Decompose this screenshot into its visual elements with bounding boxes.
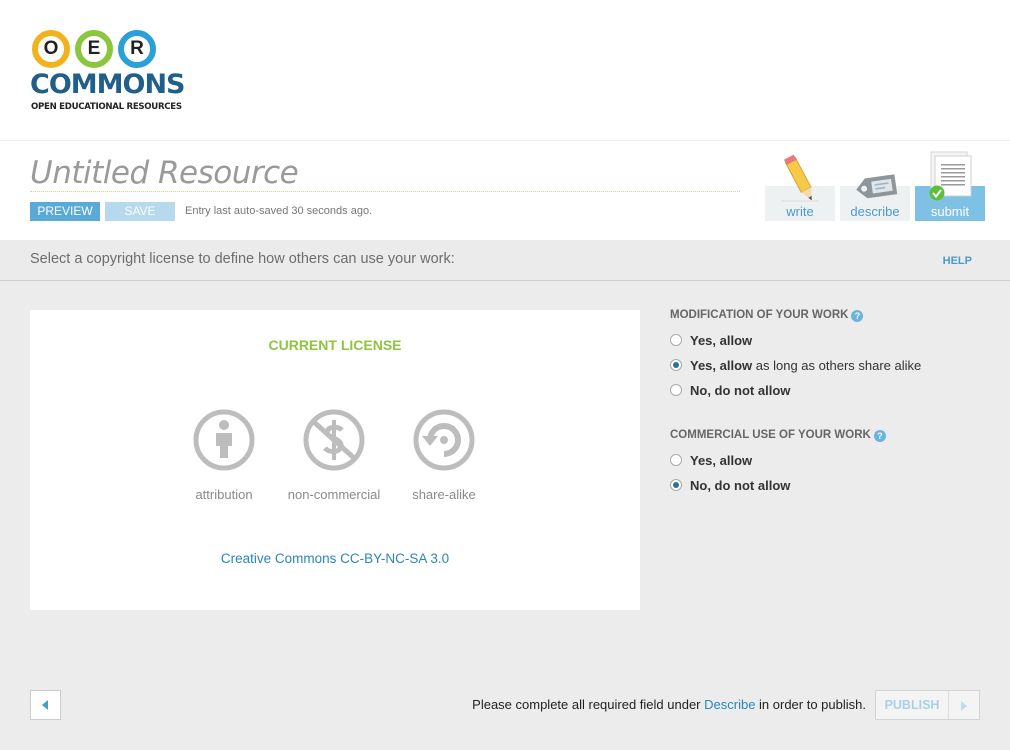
step-write-label: write [786, 204, 814, 219]
save-button[interactable]: SAVE [105, 202, 175, 221]
step-submit-label: submit [930, 204, 970, 219]
header: O E R COMMONS OPEN EDUCATIONAL RESOURCES [0, 0, 1010, 140]
modification-heading: MODIFICATION OF YOUR WORK? [670, 309, 864, 322]
commercial-heading: COMMERCIAL USE OF YOUR WORK? [670, 429, 886, 442]
radio-button[interactable] [670, 334, 682, 346]
instruction-text: Select a copyright license to define how… [30, 251, 455, 267]
step-describe[interactable]: describe [840, 174, 910, 221]
logo-letter-e: E [75, 30, 113, 68]
non-commercial-label: non-commercial [287, 487, 381, 502]
commercial-heading-text: COMMERCIAL USE OF YOUR WORK [670, 429, 871, 441]
attribution-icon [193, 409, 255, 471]
step-write[interactable]: write [765, 154, 835, 221]
commercial-option-no[interactable]: No, do not allow [670, 476, 790, 494]
logo-letter-r: R [118, 30, 156, 68]
publish-requirement-message: Please complete all required field under… [472, 697, 866, 712]
document-check-icon [929, 151, 972, 201]
logo-letter-o: O [32, 30, 70, 68]
oer-commons-logo[interactable]: O E R COMMONS OPEN EDUCATIONAL RESOURCES [30, 30, 185, 114]
triangle-left-icon [42, 700, 48, 710]
modification-option-no[interactable]: No, do not allow [670, 381, 790, 399]
option-label-rest: as long as others share alike [752, 357, 922, 373]
radio-button[interactable] [670, 454, 682, 466]
option-label-bold: Yes, allow [690, 452, 753, 468]
option-label-bold: Yes, allow [690, 357, 753, 373]
modification-option-share-alike[interactable]: Yes, allow as long as others share alike [670, 356, 921, 374]
help-question-icon[interactable]: ? [873, 430, 886, 442]
logo-wordmark: COMMONS [30, 69, 185, 100]
radio-button-selected[interactable] [670, 479, 682, 491]
publish-label: PUBLISH [876, 691, 949, 719]
option-label: No, do not allow [690, 478, 790, 493]
message-text: Please complete all required field under [472, 697, 705, 712]
option-label-bold: No, do not allow [690, 477, 791, 493]
option-label-bold: No, do not allow [690, 382, 791, 398]
modification-option-yes[interactable]: Yes, allow [670, 331, 752, 349]
triangle-right-icon [961, 701, 967, 711]
option-label: Yes, allow [690, 453, 752, 468]
pencil-icon [781, 154, 819, 202]
option-label: No, do not allow [690, 383, 790, 398]
option-label: Yes, allow [690, 333, 752, 348]
non-commercial-icon [303, 409, 365, 471]
resource-title-field[interactable]: Untitled Resource [30, 155, 740, 192]
step-submit[interactable]: submit [915, 151, 985, 221]
publish-button[interactable]: PUBLISH [875, 690, 980, 720]
step-describe-label: describe [850, 204, 900, 219]
resource-editor-header: Untitled Resource PREVIEW SAVE Entry las… [0, 140, 1010, 240]
current-license-heading: CURRENT LICENSE [268, 337, 402, 353]
option-label-bold: Yes, allow [690, 332, 753, 348]
describe-link[interactable]: Describe [704, 697, 755, 712]
option-label: Yes, allow as long as others share alike [690, 358, 921, 373]
modification-heading-text: MODIFICATION OF YOUR WORK [670, 309, 849, 321]
license-name-link[interactable]: Creative Commons CC-BY-NC-SA 3.0 [30, 551, 640, 566]
current-license-panel: CURRENT LICENSE attribution non-commerci… [30, 310, 640, 610]
tag-icon [856, 174, 898, 199]
autosave-status: Entry last auto-saved 30 seconds ago. [185, 205, 373, 217]
message-text: in order to publish. [755, 697, 866, 712]
radio-button[interactable] [670, 384, 682, 396]
back-button[interactable] [30, 690, 61, 720]
logo-tagline: OPEN EDUCATIONAL RESOURCES [31, 102, 182, 112]
help-link[interactable]: HELP [943, 255, 972, 267]
attribution-label: attribution [195, 487, 253, 502]
share-alike-label: share-alike [412, 487, 476, 502]
instruction-bar: Select a copyright license to define how… [0, 240, 1010, 281]
radio-button-selected[interactable] [670, 359, 682, 371]
share-alike-icon [413, 409, 475, 471]
help-question-icon[interactable]: ? [851, 310, 864, 322]
preview-button[interactable]: PREVIEW [30, 202, 100, 221]
commercial-option-yes[interactable]: Yes, allow [670, 451, 752, 469]
